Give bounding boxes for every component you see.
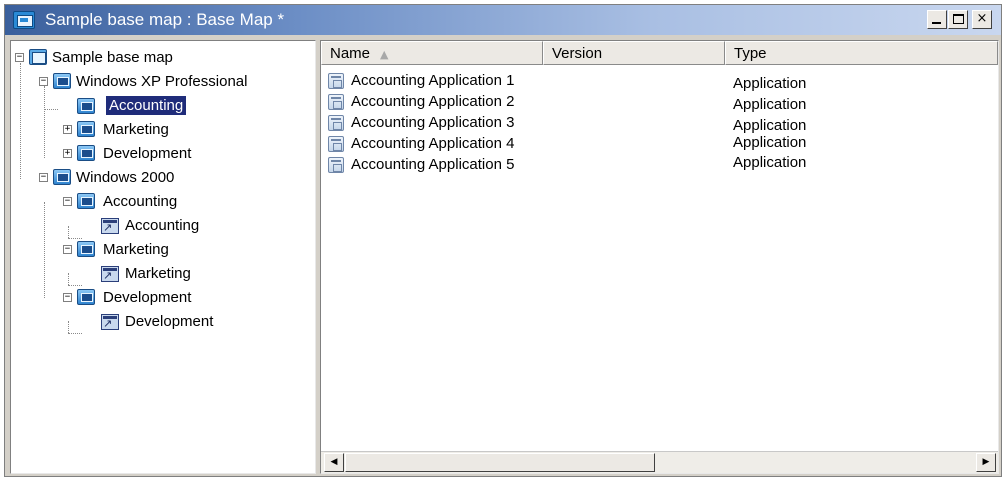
base-map-icon: [29, 49, 47, 65]
column-header-label: Version: [552, 45, 603, 62]
tree-node-root[interactable]: − Sample base map: [11, 47, 311, 69]
tree-node-xp-development[interactable]: + Development: [11, 143, 311, 165]
tree-view[interactable]: − Sample base map − Windows XP Professio…: [10, 40, 316, 474]
computer-group-icon: [53, 73, 71, 89]
tree-node-w2k-development-app[interactable]: Development: [11, 311, 311, 333]
tree-node-windows-xp[interactable]: − Windows XP Professional: [11, 71, 311, 93]
tree-node-label: Windows XP Professional: [76, 73, 248, 90]
tree-node-label: Accounting: [106, 96, 187, 115]
right-arrow-icon: ▶: [982, 457, 990, 467]
cell-name: Accounting Application 5: [351, 156, 515, 173]
computer-group-icon: [77, 121, 95, 137]
cell-type: Application: [733, 96, 807, 113]
window-title: Sample base map : Base Map *: [45, 10, 285, 29]
details-list[interactable]: Name ▲ Version Type Accounting Applicatio…: [320, 40, 999, 474]
title-bar[interactable]: Sample base map : Base Map * ×: [5, 5, 1001, 35]
maximize-button[interactable]: [948, 10, 968, 29]
sort-ascending-icon: ▲: [380, 48, 389, 61]
tree-node-label: Development: [103, 145, 192, 162]
base-map-icon: [13, 11, 35, 29]
expand-icon[interactable]: +: [63, 125, 72, 134]
collapse-icon[interactable]: −: [63, 293, 72, 302]
tree-node-w2k-marketing-app[interactable]: Marketing: [11, 263, 311, 285]
tree-node-label: Development: [125, 313, 214, 330]
application-icon: [328, 157, 344, 173]
application-link-icon: [101, 266, 119, 282]
application-icon: [328, 73, 344, 89]
horizontal-scrollbar[interactable]: ◀ ▶: [321, 451, 998, 473]
minimize-button[interactable]: [927, 10, 947, 29]
column-header-type[interactable]: Type: [725, 41, 998, 65]
tree-node-w2k-accounting[interactable]: − Accounting: [11, 191, 311, 213]
cell-type: Application: [733, 154, 807, 171]
tree-node-label: Development: [103, 289, 192, 306]
tree-node-xp-marketing[interactable]: + Marketing: [11, 119, 311, 141]
application-icon: [328, 136, 344, 152]
tree-node-label: Windows 2000: [76, 169, 175, 186]
cell-type: Application: [733, 134, 807, 151]
tree-node-w2k-development[interactable]: − Development: [11, 287, 311, 309]
tree-node-label: Accounting: [125, 217, 200, 234]
column-header-name[interactable]: Name ▲: [321, 41, 543, 65]
cell-type: Application: [733, 75, 807, 92]
application-icon: [328, 115, 344, 131]
column-header-version[interactable]: Version: [543, 41, 725, 65]
close-icon: ×: [976, 11, 988, 26]
cell-name: Accounting Application 4: [351, 135, 515, 152]
computer-group-icon: [77, 145, 95, 161]
base-map-window: Sample base map : Base Map * × − Sample …: [4, 4, 1002, 477]
computer-group-icon: [77, 193, 95, 209]
computer-group-icon: [77, 241, 95, 257]
scroll-right-button[interactable]: ▶: [976, 453, 996, 472]
application-icon: [328, 94, 344, 110]
collapse-icon[interactable]: −: [39, 173, 48, 182]
tree-node-label: Marketing: [125, 265, 191, 282]
cell-name: Accounting Application 1: [351, 72, 515, 89]
application-link-icon: [101, 314, 119, 330]
scroll-left-button[interactable]: ◀: [324, 453, 344, 472]
minimize-icon: [932, 22, 941, 24]
tree-node-windows-2000[interactable]: − Windows 2000: [11, 167, 311, 189]
tree-line: [68, 285, 82, 286]
table-row[interactable]: Accounting Application 5 Application: [321, 154, 998, 175]
computer-group-icon: [77, 98, 95, 114]
computer-group-icon: [77, 289, 95, 305]
tree-node-label: Accounting: [103, 193, 178, 210]
column-header-label: Type: [734, 45, 767, 62]
cell-type: Application: [733, 117, 807, 134]
collapse-icon[interactable]: −: [39, 77, 48, 86]
close-button[interactable]: ×: [972, 10, 992, 29]
tree-node-w2k-accounting-app[interactable]: Accounting: [11, 215, 311, 237]
cell-name: Accounting Application 2: [351, 93, 515, 110]
tree-node-xp-accounting[interactable]: Accounting: [11, 95, 311, 117]
column-header-label: Name: [330, 45, 371, 62]
maximize-icon: [953, 14, 964, 24]
tree-node-label: Marketing: [103, 121, 169, 138]
tree-node-label: Sample base map: [52, 49, 173, 66]
table-row[interactable]: Accounting Application 1 Application: [321, 71, 998, 92]
computer-group-icon: [53, 169, 71, 185]
collapse-icon[interactable]: −: [63, 245, 72, 254]
tree-node-label: Marketing: [103, 241, 169, 258]
table-row[interactable]: Accounting Application 4 Application: [321, 134, 998, 154]
collapse-icon[interactable]: −: [63, 197, 72, 206]
collapse-icon[interactable]: −: [15, 53, 24, 62]
tree-node-w2k-marketing[interactable]: − Marketing: [11, 239, 311, 261]
tree-line: [68, 333, 82, 334]
application-link-icon: [101, 218, 119, 234]
scrollbar-thumb[interactable]: [345, 453, 655, 472]
left-arrow-icon: ◀: [330, 457, 338, 467]
table-row[interactable]: Accounting Application 3 Application: [321, 113, 998, 134]
cell-name: Accounting Application 3: [351, 114, 515, 131]
table-row[interactable]: Accounting Application 2 Application: [321, 92, 998, 113]
expand-icon[interactable]: +: [63, 149, 72, 158]
